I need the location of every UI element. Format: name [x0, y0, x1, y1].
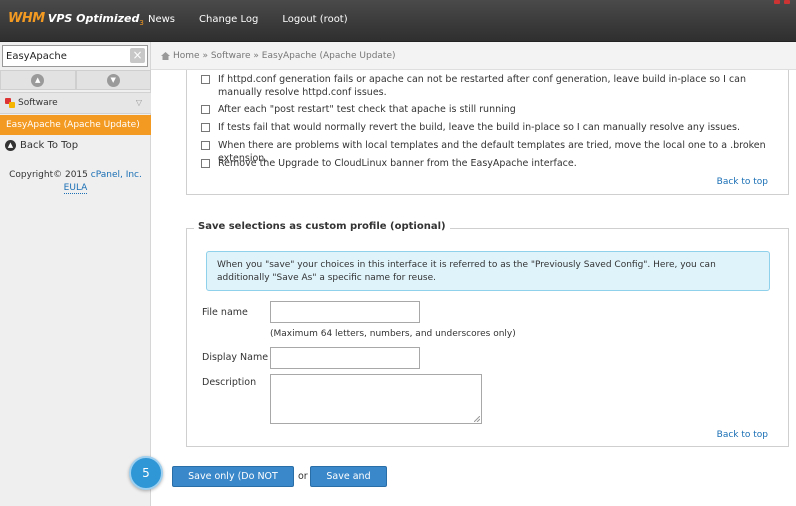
logo-version: 3 — [139, 19, 144, 27]
scroll-up-button[interactable]: ▲ — [0, 70, 76, 90]
custom-profile-fieldset: Save selections as custom profile (optio… — [186, 221, 789, 447]
arrow-up-icon: ▲ — [5, 140, 16, 151]
step-badge: 5 — [129, 456, 163, 490]
software-icon — [5, 98, 15, 108]
back-to-top-link[interactable]: ▲ Back To Top — [5, 140, 78, 151]
chevron-down-icon: ▼ — [106, 73, 120, 87]
nav-logout[interactable]: Logout (root) — [282, 14, 347, 25]
sidebar-item-easyapache[interactable]: EasyApache (Apache Update) — [0, 115, 151, 135]
description-textarea[interactable] — [270, 374, 482, 424]
breadcrumb-software[interactable]: Software — [211, 51, 251, 61]
breadcrumb-home[interactable]: Home — [173, 51, 200, 61]
clear-icon[interactable]: × — [130, 48, 145, 63]
home-icon — [161, 51, 170, 60]
option-label: If httpd.conf generation fails or apache… — [218, 74, 747, 98]
breadcrumb-current: EasyApache (Apache Update) — [261, 50, 396, 61]
option-label: Remove the Upgrade to CloudLinux banner … — [218, 158, 577, 169]
option-label: If tests fail that would normally revert… — [218, 122, 740, 133]
whm-logo[interactable]: WHM VPS Optimized3 — [8, 11, 144, 31]
company-link[interactable]: cPanel, Inc. — [91, 170, 142, 180]
sidebar: × ▲ ▼ Software ▽ EasyApache (Apache Upda… — [0, 42, 151, 506]
copyright-text: Copyright© 2015 — [9, 170, 88, 180]
category-label: Software — [18, 98, 58, 108]
sidebar-scroll-controls: ▲ ▼ — [0, 70, 151, 90]
option-checkbox[interactable] — [201, 159, 210, 168]
option-row: If tests fail that would normally revert… — [201, 121, 788, 134]
control-dot — [774, 0, 780, 4]
back-to-top-link[interactable]: Back to top — [717, 177, 768, 187]
eula-link[interactable]: EULA — [63, 183, 88, 194]
scroll-down-button[interactable]: ▼ — [75, 70, 151, 90]
save-only-button[interactable]: Save only (Do NOT build) — [172, 466, 294, 501]
window-controls — [774, 0, 790, 4]
file-name-hint: (Maximum 64 letters, numbers, and unders… — [270, 329, 516, 339]
save-and-build-button[interactable]: Save and Build — [310, 466, 387, 501]
sidebar-search: × — [2, 45, 148, 67]
info-box: When you "save" your choices in this int… — [206, 251, 770, 291]
nav-change-log[interactable]: Change Log — [199, 14, 258, 25]
breadcrumb: Home » Software » EasyApache (Apache Upd… — [151, 42, 796, 70]
search-input[interactable] — [2, 45, 148, 67]
file-name-label: File name — [202, 307, 248, 318]
description-label: Description — [202, 377, 257, 388]
chevron-up-icon: ▲ — [31, 73, 45, 87]
breadcrumb-separator: » — [202, 50, 208, 61]
breadcrumb-separator: » — [253, 50, 259, 61]
sidebar-category-software[interactable]: Software ▽ — [0, 92, 151, 114]
option-label: After each "post restart" test check tha… — [218, 104, 516, 115]
logo-main: WHM — [8, 11, 45, 26]
fieldset-legend: Save selections as custom profile (optio… — [194, 221, 450, 232]
top-nav: News Change Log Logout (root) — [148, 14, 348, 25]
display-name-label: Display Name — [202, 352, 269, 363]
logo-edition: VPS Optimized — [47, 12, 140, 25]
option-row: After each "post restart" test check tha… — [201, 103, 788, 116]
top-bar: WHM VPS Optimized3 News Change Log Logou… — [0, 0, 796, 42]
build-options-fieldset: If httpd.conf generation fails or apache… — [186, 70, 789, 195]
display-name-field[interactable] — [270, 347, 420, 369]
back-to-top-link[interactable]: Back to top — [717, 430, 768, 440]
option-checkbox[interactable] — [201, 75, 210, 84]
back-to-top-label: Back To Top — [20, 140, 79, 151]
chevron-down-icon: ▽ — [135, 98, 142, 107]
nav-news[interactable]: News — [148, 14, 175, 25]
or-label: or — [298, 471, 308, 482]
resize-handle-icon[interactable] — [474, 416, 480, 422]
copyright: Copyright© 2015 cPanel, Inc. EULA — [0, 169, 151, 195]
option-checkbox[interactable] — [201, 141, 210, 150]
file-name-field[interactable] — [270, 301, 420, 323]
option-row: Remove the Upgrade to CloudLinux banner … — [201, 157, 788, 170]
option-checkbox[interactable] — [201, 105, 210, 114]
option-checkbox[interactable] — [201, 123, 210, 132]
control-dot — [784, 0, 790, 4]
option-row: If httpd.conf generation fails or apache… — [201, 73, 788, 99]
